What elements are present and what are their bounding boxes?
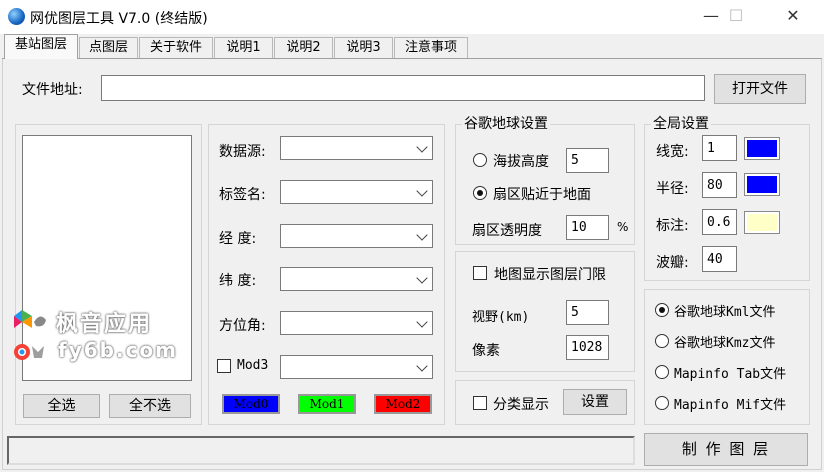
chevron-down-icon	[416, 360, 428, 372]
tab-help-2[interactable]: 说明2	[274, 37, 333, 58]
tab-about[interactable]: 关于软件	[139, 37, 213, 58]
data-source-label: 数据源:	[219, 144, 266, 160]
pixel-label: 像素	[472, 343, 500, 359]
classify-label: 分类显示	[493, 397, 549, 413]
transparency-input[interactable]	[566, 215, 609, 240]
tag-name-label: 标签名:	[219, 187, 266, 203]
progress-bar	[7, 436, 635, 465]
watermark-text-domain: fy6b.com	[58, 338, 179, 362]
open-file-button[interactable]: 打开文件	[714, 74, 806, 104]
output-kml-label: 谷歌地球Kml文件	[674, 305, 776, 320]
latitude-select[interactable]	[280, 267, 433, 291]
longitude-label: 经 度:	[219, 231, 257, 247]
chevron-down-icon	[416, 316, 428, 328]
longitude-select[interactable]	[280, 224, 433, 248]
tab-help-1[interactable]: 说明1	[214, 37, 273, 58]
chevron-down-icon	[416, 229, 428, 241]
mod2-color-button[interactable]: Mod2	[374, 394, 432, 414]
lobe-label: 波瓣:	[656, 255, 689, 271]
classify-checkbox[interactable]	[473, 396, 487, 410]
global-settings-title: 全局设置	[651, 113, 711, 133]
chevron-down-icon	[416, 185, 428, 197]
line-color-swatch[interactable]	[744, 137, 780, 160]
line-width-input[interactable]	[702, 135, 737, 161]
label-color-swatch[interactable]	[744, 211, 780, 234]
google-earth-settings-title: 谷歌地球设置	[462, 113, 550, 133]
sector-ground-radio[interactable]	[473, 186, 487, 200]
radius-color-swatch[interactable]	[744, 173, 780, 196]
watermark-logo-icon	[14, 310, 46, 328]
output-kml-radio[interactable]	[655, 303, 669, 317]
tab-base-station-layer[interactable]: 基站图层	[4, 34, 78, 59]
radius-label: 半径:	[656, 181, 689, 197]
label-size-input[interactable]	[702, 209, 737, 235]
label-color-fill	[747, 214, 777, 231]
azimuth-select[interactable]	[280, 311, 433, 335]
altitude-radio[interactable]	[473, 153, 487, 167]
output-tab-radio[interactable]	[655, 365, 669, 379]
mod1-color-button[interactable]: Mod1	[298, 394, 356, 414]
file-path-input[interactable]	[101, 75, 705, 101]
line-width-label: 线宽:	[656, 144, 689, 160]
app-icon	[8, 8, 25, 25]
radius-input[interactable]	[702, 172, 737, 198]
output-tab-label: Mapinfo Tab文件	[674, 367, 787, 382]
maximize-button[interactable]: ☐	[713, 0, 759, 32]
output-kmz-radio[interactable]	[655, 334, 669, 348]
file-path-label: 文件地址:	[22, 82, 83, 98]
classify-settings-button[interactable]: 设置	[563, 389, 627, 415]
latitude-label: 纬 度:	[219, 273, 257, 289]
watermark-text-cn: 枫音应用	[56, 312, 153, 337]
output-mif-label: Mapinfo Mif文件	[674, 398, 787, 413]
output-kmz-label: 谷歌地球Kmz文件	[674, 336, 776, 351]
view-range-input[interactable]	[566, 300, 609, 325]
mod3-checkbox[interactable]	[217, 359, 231, 373]
label-size-label: 标注:	[656, 218, 689, 234]
line-color-fill	[747, 140, 777, 157]
pixel-input[interactable]	[566, 335, 609, 360]
mod3-label: Mod3	[237, 358, 269, 373]
select-all-button[interactable]: 全选	[23, 394, 100, 418]
threshold-label: 地图显示图层门限	[494, 267, 606, 283]
tab-help-3[interactable]: 说明3	[334, 37, 393, 58]
altitude-label: 海拔高度	[493, 154, 549, 170]
mod3-select[interactable]	[280, 355, 433, 379]
sector-ground-label: 扇区贴近于地面	[493, 187, 591, 203]
chevron-down-icon	[416, 141, 428, 153]
data-source-select[interactable]	[280, 136, 433, 160]
transparency-label: 扇区透明度	[472, 223, 542, 239]
browser-icon	[14, 344, 44, 360]
mod0-color-button[interactable]: Mod0	[222, 394, 280, 414]
altitude-input[interactable]	[566, 148, 609, 173]
threshold-checkbox[interactable]	[473, 266, 487, 280]
chevron-down-icon	[416, 272, 428, 284]
close-button[interactable]: ✕	[770, 0, 816, 32]
transparency-unit: %	[617, 220, 629, 234]
azimuth-label: 方位角:	[219, 318, 266, 334]
radius-color-fill	[747, 176, 777, 193]
window-title: 网优图层工具 V7.0 (终结版)	[30, 11, 208, 27]
view-range-label: 视野(km)	[472, 310, 530, 325]
lobe-input[interactable]	[702, 246, 737, 272]
tab-notes[interactable]: 注意事项	[394, 37, 468, 58]
tab-point-layer[interactable]: 点图层	[79, 37, 138, 58]
select-none-button[interactable]: 全不选	[109, 394, 191, 418]
tag-name-select[interactable]	[280, 180, 433, 204]
make-layer-button[interactable]: 制 作 图 层	[644, 433, 808, 466]
output-mif-radio[interactable]	[655, 396, 669, 410]
tab-strip-line	[2, 58, 822, 59]
